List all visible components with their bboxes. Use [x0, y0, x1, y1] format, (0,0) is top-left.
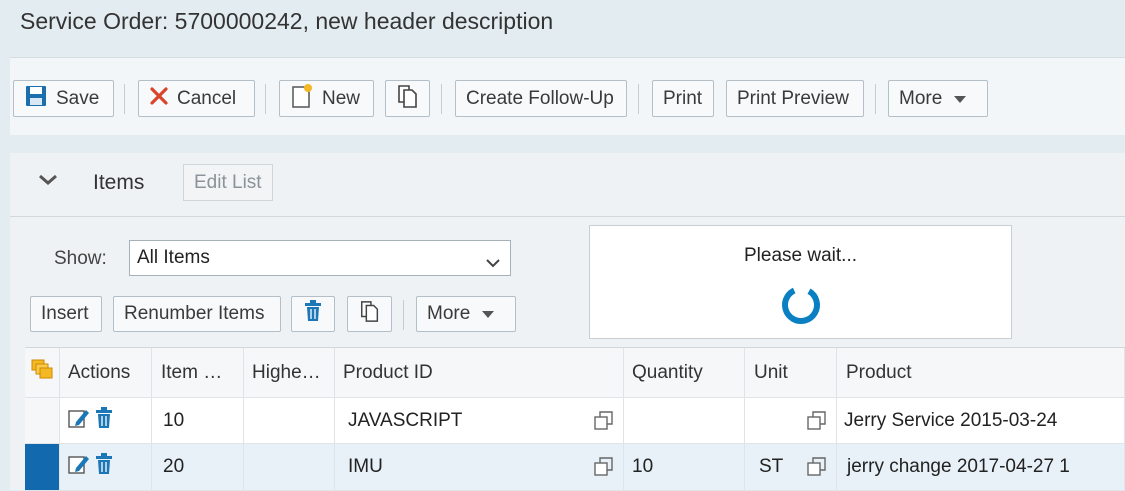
copy-button[interactable] [385, 80, 430, 117]
table-settings-icon [31, 359, 53, 387]
trash-icon [303, 300, 323, 328]
cell-product[interactable]: Jerry Service 2015-03-24 [837, 398, 1125, 444]
close-icon [149, 86, 169, 112]
cell-item[interactable]: 20 [152, 444, 244, 491]
toolbar-divider [441, 84, 442, 114]
items-more-label: More [427, 303, 471, 324]
unit-value: ST [759, 456, 784, 477]
collapse-chevron-icon[interactable] [38, 173, 58, 192]
save-icon [24, 84, 48, 114]
items-table: Actions Item … Highe… Product ID Quantit… [25, 347, 1125, 491]
row-selector[interactable] [25, 398, 60, 444]
copy-icon [359, 299, 381, 329]
column-header-product[interactable]: Product [837, 348, 1125, 398]
column-header-item[interactable]: Item … [152, 348, 244, 398]
title-bar: Service Order: 5700000242, new header de… [0, 0, 1125, 52]
save-label: Save [56, 87, 100, 109]
edit-list-button[interactable]: Edit List [183, 164, 273, 201]
insert-button[interactable]: Insert [30, 296, 102, 332]
toolbar-divider [638, 84, 639, 114]
edit-icon[interactable] [68, 407, 90, 435]
cell-quantity[interactable]: 10 [624, 444, 745, 491]
cancel-button[interactable]: Cancel [138, 80, 255, 117]
print-preview-button[interactable]: Print Preview [726, 80, 864, 117]
loading-spinner-icon [779, 283, 823, 332]
show-filter-value: All Items [137, 247, 210, 268]
cancel-label: Cancel [177, 87, 237, 109]
row-actions [60, 398, 152, 444]
toolbar-divider [403, 300, 404, 330]
cell-unit[interactable] [745, 398, 837, 444]
product-id-value: IMU [348, 456, 383, 477]
show-filter-select[interactable]: All Items [129, 240, 511, 276]
items-panel-header: Items Edit List [10, 153, 1125, 217]
column-header-product-id[interactable]: Product ID [335, 348, 624, 398]
trash-icon[interactable] [94, 453, 114, 481]
create-follow-up-button[interactable]: Create Follow-Up [455, 80, 627, 117]
items-section-title: Items [93, 171, 145, 194]
product-id-value: JAVASCRIPT [348, 409, 463, 431]
column-header-unit[interactable]: Unit [745, 348, 837, 398]
cell-product[interactable]: jerry change 2017-04-27 1 [837, 444, 1125, 491]
cell-product-id[interactable]: JAVASCRIPT [335, 398, 624, 444]
copy-item-button[interactable] [347, 296, 392, 332]
busy-indicator-dialog: Please wait... [589, 225, 1012, 339]
items-more-button[interactable]: More [416, 296, 516, 332]
value-help-icon[interactable] [807, 411, 827, 437]
toolbar-divider [124, 84, 125, 114]
column-settings-button[interactable] [25, 348, 60, 398]
delete-item-button[interactable] [291, 296, 335, 332]
page-title: Service Order: 5700000242, new header de… [20, 8, 554, 34]
toolbar-divider [265, 84, 266, 114]
main-toolbar: Save Cancel New Create Follow-Up Print P… [10, 57, 1125, 135]
cell-higher-item[interactable] [244, 398, 335, 444]
trash-icon[interactable] [94, 406, 114, 435]
busy-message: Please wait... [744, 245, 857, 266]
edit-icon[interactable] [68, 453, 90, 481]
dropdown-arrow-icon [482, 303, 495, 325]
dropdown-arrow-icon [954, 88, 967, 110]
new-button[interactable]: New [279, 80, 374, 117]
print-button[interactable]: Print [652, 80, 714, 117]
value-help-icon[interactable] [807, 457, 827, 483]
chevron-down-icon [486, 252, 500, 274]
row-actions [60, 444, 152, 491]
renumber-items-button[interactable]: Renumber Items [113, 296, 281, 332]
copy-icon [396, 83, 420, 115]
show-label: Show: [54, 248, 107, 269]
more-menu-button[interactable]: More [888, 80, 988, 117]
items-panel: Items Edit List Show: All Items Please w… [10, 153, 1125, 491]
cell-item[interactable]: 10 [152, 398, 244, 444]
save-button[interactable]: Save [13, 80, 114, 117]
column-header-higher-item[interactable]: Highe… [244, 348, 335, 398]
column-header-quantity[interactable]: Quantity [624, 348, 745, 398]
row-selector-selected[interactable] [25, 444, 60, 491]
cell-product-id[interactable]: IMU [335, 444, 624, 491]
value-help-icon[interactable] [594, 411, 614, 437]
cell-unit[interactable]: ST [745, 444, 837, 491]
column-header-actions[interactable]: Actions [60, 348, 152, 398]
new-label: New [322, 87, 361, 109]
cell-higher-item[interactable] [244, 444, 335, 491]
cell-quantity[interactable] [624, 398, 745, 444]
new-document-icon [290, 83, 314, 115]
toolbar-divider [875, 84, 876, 114]
value-help-icon[interactable] [594, 457, 614, 483]
more-label: More [899, 87, 943, 109]
